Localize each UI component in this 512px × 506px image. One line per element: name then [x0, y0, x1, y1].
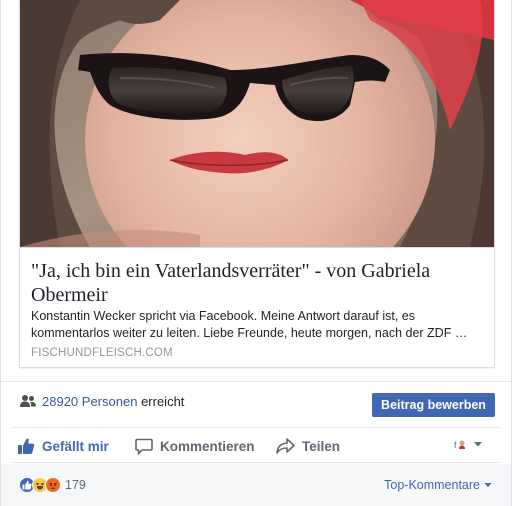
link-domain: FISCHUNDFLEISCH.COM	[31, 347, 173, 359]
reach-summary: 28920 Personen erreicht	[42, 394, 184, 409]
chevron-down-icon	[484, 483, 492, 487]
reach-count[interactable]: 28920	[42, 394, 78, 409]
comment-label: Kommentieren	[160, 438, 255, 454]
comment-sort-dropdown[interactable]: Top-Kommentare	[384, 478, 492, 492]
svg-text:f: f	[454, 440, 457, 450]
comment-sort-label: Top-Kommentare	[384, 478, 480, 492]
reach-people-label[interactable]: Personen	[82, 394, 138, 409]
link-description: Konstantin Wecker spricht via Facebook. …	[31, 309, 468, 340]
chevron-down-icon	[474, 442, 482, 447]
reactions-bar: 179 Top-Kommentare	[1, 464, 511, 506]
thumbs-up-icon	[18, 438, 35, 454]
link-preview-card[interactable]: "Ja, ich bin ein Vaterlandsverräter" - v…	[19, 0, 495, 368]
like-label: Gefällt mir	[42, 438, 109, 454]
reaction-summary[interactable]: 179	[19, 477, 86, 493]
post-actions: Gefällt mir Kommentieren Teilen f	[13, 427, 499, 463]
angry-reaction-icon	[45, 477, 61, 493]
audience-selector[interactable]: f	[454, 438, 483, 450]
feed-post: "Ja, ich bin ein Vaterlandsverräter" - v…	[0, 0, 512, 506]
reach-row: 28920 Personen erreicht Beitrag bewerben	[1, 381, 511, 423]
comment-button[interactable]: Kommentieren	[135, 434, 255, 458]
page-avatar-icon: f	[454, 440, 465, 450]
like-button[interactable]: Gefällt mir	[17, 434, 109, 458]
link-preview-image[interactable]	[20, 0, 494, 247]
link-preview-body[interactable]: "Ja, ich bin ein Vaterlandsverräter" - v…	[20, 247, 494, 368]
share-label: Teilen	[302, 438, 341, 454]
share-arrow-icon	[276, 438, 295, 454]
boost-post-button[interactable]: Beitrag bewerben	[372, 393, 495, 417]
comment-icon	[135, 438, 153, 455]
share-button[interactable]: Teilen	[276, 434, 340, 458]
link-title[interactable]: "Ja, ich bin ein Vaterlandsverräter" - v…	[31, 259, 483, 307]
people-icon	[20, 395, 36, 407]
reach-suffix: erreicht	[141, 394, 185, 409]
reaction-count[interactable]: 179	[65, 478, 86, 492]
